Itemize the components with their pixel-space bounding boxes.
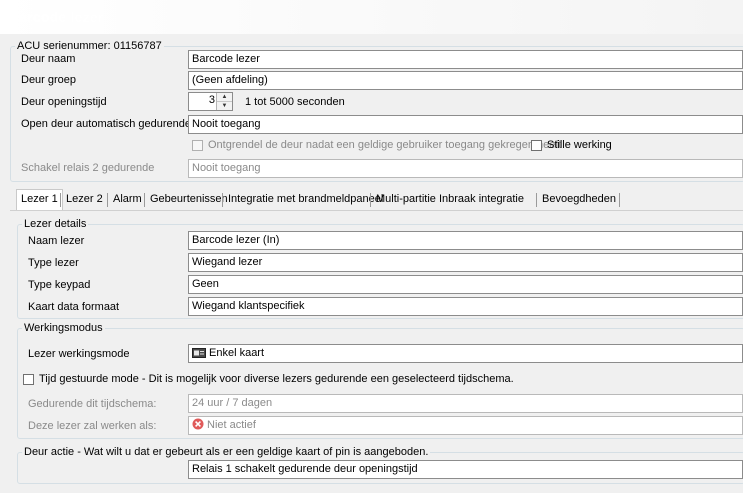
schedule-select[interactable]: 24 uur / 7 dagen <box>188 394 743 413</box>
card-icon <box>192 347 206 362</box>
time-controlled-checkbox[interactable] <box>23 374 34 385</box>
tab-gebeurtenissen[interactable]: Gebeurtenissen <box>146 190 232 209</box>
acu-group-legend: ACU serienummer: 01156787 <box>17 40 162 52</box>
reader-mode-value: Enkel kaart <box>209 347 265 359</box>
schedule-label: Gedurende dit tijdschema: <box>28 398 157 410</box>
door-open-time-range: 1 tot 5000 seconden <box>245 96 345 108</box>
works-as-label: Deze lezer zal werken als: <box>28 420 157 432</box>
reader-name-input[interactable]: Barcode lezer (In) <box>188 231 743 250</box>
tab-separator <box>107 193 108 207</box>
tab-bevoegdheden[interactable]: Bevoegdheden <box>538 190 620 209</box>
tab-inbraak-integratie[interactable]: Multi-partitie Inbraak integratie <box>372 190 528 209</box>
door-action-legend: Deur actie - Wat wilt u dat er gebeurt a… <box>24 446 429 458</box>
tab-strip-line <box>10 210 743 211</box>
time-controlled-label: Tijd gestuurde mode - Dit is mogelijk vo… <box>39 373 514 385</box>
door-open-time-spinner[interactable]: 3 ▲ ▼ <box>188 92 233 111</box>
tab-brandmeldpaneel[interactable]: Integratie met brandmeldpaneel <box>224 190 387 209</box>
silent-label: Stille werking <box>547 139 612 151</box>
tab-alarm[interactable]: Alarm <box>109 190 146 209</box>
door-open-time-value: 3 <box>208 94 215 106</box>
tab-separator <box>370 193 371 207</box>
red-x-circle-icon <box>192 418 204 434</box>
keypad-type-select[interactable]: Geen <box>188 275 743 294</box>
auto-open-label: Open deur automatisch gedurende <box>21 118 192 130</box>
card-format-label: Kaart data formaat <box>28 301 120 313</box>
relay2-label: Schakel relais 2 gedurende <box>21 162 155 174</box>
keypad-type-label: Type keypad <box>28 279 91 291</box>
unlock-after-access-checkbox[interactable] <box>192 140 203 151</box>
spin-up-icon[interactable]: ▲ <box>217 93 232 102</box>
door-name-input[interactable]: Barcode lezer <box>188 50 743 69</box>
reader-type-select[interactable]: Wiegand lezer <box>188 253 743 272</box>
reader-mode-select[interactable]: Enkel kaart <box>188 344 743 363</box>
silent-checkbox[interactable] <box>531 140 542 151</box>
reader-name-label: Naam lezer <box>28 235 85 247</box>
door-action-select[interactable]: Relais 1 schakelt gedurende deur opening… <box>188 460 743 479</box>
works-as-select[interactable]: Niet actief <box>188 416 743 435</box>
tab-separator <box>144 193 145 207</box>
door-open-time-label: Deur openingstijd <box>21 96 107 108</box>
tab-separator <box>619 193 620 207</box>
relay2-select[interactable]: Nooit toegang <box>188 159 743 178</box>
tab-separator <box>536 193 537 207</box>
card-format-select[interactable]: Wiegand klantspecifiek <box>188 297 743 316</box>
reader-details-legend: Lezer details <box>24 218 87 230</box>
auto-open-select[interactable]: Nooit toegang <box>188 115 743 134</box>
works-as-value: Niet actief <box>207 419 256 431</box>
window-title: Barcode lezer <box>9 9 104 25</box>
reader-type-label: Type lezer <box>28 257 79 269</box>
tab-lezer-1[interactable]: Lezer 1 <box>16 189 63 210</box>
reader-mode-label: Lezer werkingsmode <box>28 348 130 360</box>
tab-separator <box>60 193 61 207</box>
door-name-label: Deur naam <box>21 53 76 65</box>
unlock-after-access-label: Ontgrendel de deur nadat een geldige geb… <box>208 139 562 151</box>
door-group-select[interactable]: (Geen afdeling) <box>188 71 743 90</box>
door-group-label: Deur groep <box>21 74 77 86</box>
operating-mode-legend: Werkingsmodus <box>24 322 103 334</box>
spin-down-icon[interactable]: ▼ <box>217 102 232 110</box>
tab-lezer-2[interactable]: Lezer 2 <box>62 190 107 209</box>
tab-separator <box>222 193 223 207</box>
title-bar: Barcode lezer <box>0 0 743 34</box>
